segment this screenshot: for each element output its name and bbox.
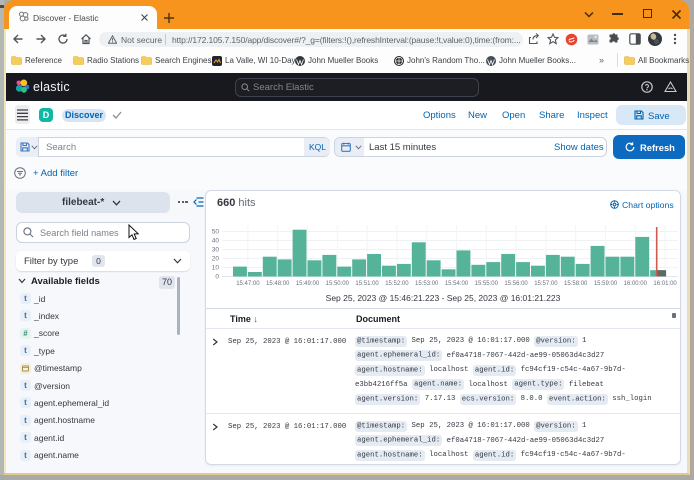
svg-text:20: 20	[212, 256, 220, 263]
svg-text:15:55:00: 15:55:00	[475, 281, 499, 287]
svg-text:30: 30	[212, 247, 220, 254]
svg-text:15:47:00: 15:47:00	[236, 281, 260, 287]
svg-text:16:00:00: 16:00:00	[624, 281, 648, 287]
svg-text:40: 40	[212, 238, 220, 245]
svg-text:10: 10	[212, 265, 220, 272]
svg-text:50: 50	[212, 229, 220, 236]
svg-text:15:52:00: 15:52:00	[385, 281, 409, 287]
svg-text:16:01:00: 16:01:00	[653, 281, 677, 287]
svg-text:15:58:00: 15:58:00	[564, 281, 588, 287]
svg-text:15:56:00: 15:56:00	[504, 281, 528, 287]
svg-text:15:59:00: 15:59:00	[594, 281, 618, 287]
svg-text:15:53:00: 15:53:00	[415, 281, 439, 287]
svg-text:15:50:00: 15:50:00	[326, 281, 350, 287]
svg-text:15:49:00: 15:49:00	[296, 281, 320, 287]
svg-text:15:54:00: 15:54:00	[445, 281, 469, 287]
svg-text:15:57:00: 15:57:00	[534, 281, 558, 287]
svg-text:0: 0	[215, 274, 219, 281]
svg-text:15:51:00: 15:51:00	[355, 281, 379, 287]
svg-text:15:48:00: 15:48:00	[266, 281, 290, 287]
